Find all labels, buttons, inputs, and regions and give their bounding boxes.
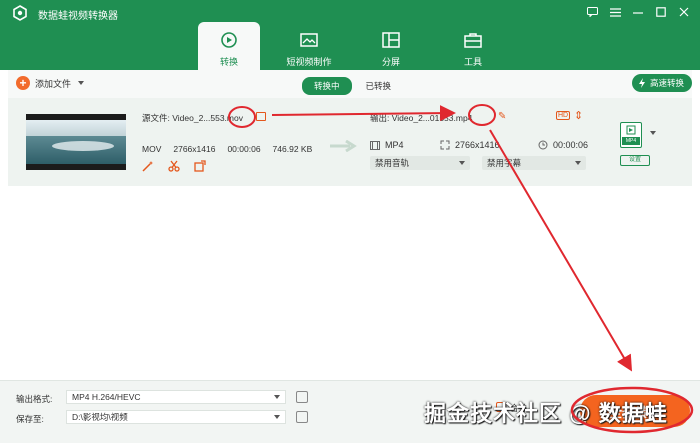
folder-icon[interactable] <box>296 411 308 423</box>
magic-wand-icon[interactable] <box>142 160 154 172</box>
source-label: 源文件: <box>142 113 170 123</box>
settings-button[interactable]: 设置 <box>620 155 650 166</box>
clock-icon <box>538 140 548 150</box>
fast-convert-label: 高速转换 <box>649 78 684 88</box>
app-logo-icon <box>13 5 27 21</box>
tab-tools[interactable]: 工具 <box>432 22 514 70</box>
video-file-icon <box>626 125 636 135</box>
info-icon[interactable] <box>256 112 266 121</box>
output-format-label: 输出格式: <box>16 394 53 404</box>
subtitle-value: 禁用字幕 <box>487 158 522 168</box>
chevron-down-icon <box>274 395 280 399</box>
output-format-icon[interactable]: MP4 <box>620 122 642 148</box>
minimize-icon[interactable] <box>632 6 644 18</box>
source-size: 746.92 KB <box>272 144 313 154</box>
save-to-label: 保存至: <box>16 414 44 424</box>
scissors-icon[interactable] <box>168 160 180 172</box>
pencil-icon[interactable]: ✎ <box>498 111 506 122</box>
format-settings-icon[interactable] <box>296 391 308 403</box>
tab-convert[interactable]: 转换 <box>198 22 260 70</box>
video-thumbnail[interactable] <box>26 114 126 170</box>
tab-split-screen-label: 分屏 <box>381 57 400 67</box>
window-controls <box>586 6 690 18</box>
output-format-select[interactable]: MP4 H.264/HEVC <box>66 390 286 404</box>
output-format-select-value: MP4 H.264/HEVC <box>72 392 141 402</box>
app-title: 数据蛙视频转换器 <box>38 11 118 22</box>
watermark: 掘金技术社区 @ 数据蛙 <box>424 401 668 426</box>
film-icon <box>299 30 319 50</box>
fast-convert-button[interactable]: 高速转换 <box>631 74 692 92</box>
edit-tools <box>142 160 206 172</box>
output-resolution: 2766x1416 <box>440 140 500 150</box>
add-files-button[interactable]: + 添加文件 <box>16 76 85 90</box>
split-screen-icon <box>381 30 401 50</box>
output-format-value: MP4 <box>385 140 404 150</box>
tab-tools-label: 工具 <box>463 57 482 67</box>
tab-short-video-label: 短视频制作 <box>286 57 332 67</box>
audio-track-select[interactable]: 禁用音轨 <box>370 156 470 170</box>
lightning-icon <box>638 78 645 88</box>
output-duration-value: 00:00:06 <box>553 140 589 150</box>
chevron-down-icon <box>459 161 465 165</box>
chevron-down-icon <box>575 161 581 165</box>
output-file: 输出: Video_2...01553.mp4 <box>370 112 472 124</box>
source-filename: Video_2...553.mov <box>172 113 243 123</box>
tab-short-video[interactable]: 短视频制作 <box>268 22 350 70</box>
convert-icon <box>219 30 239 50</box>
film-strip-icon <box>370 140 380 150</box>
source-file: 源文件: Video_2...553.mov <box>142 112 243 124</box>
compress-icon[interactable]: ⇕ <box>574 109 583 122</box>
output-duration: 00:00:06 <box>538 140 588 150</box>
menu-icon[interactable] <box>609 6 621 18</box>
output-resolution-value: 2766x1416 <box>455 140 500 150</box>
output-label: 输出: <box>370 113 390 123</box>
audio-track-value: 禁用音轨 <box>375 158 410 168</box>
add-files-label: 添加文件 <box>35 78 72 89</box>
source-format: MOV <box>142 144 162 154</box>
thumbnail-wave <box>52 141 114 151</box>
edit-clip-icon[interactable] <box>194 160 206 172</box>
source-duration: 00:00:06 <box>227 144 261 154</box>
source-resolution: 2766x1416 <box>173 144 216 154</box>
maximize-icon[interactable] <box>655 6 667 18</box>
chevron-down-icon <box>274 415 280 419</box>
save-path-select[interactable]: D:\影视均\视频 <box>66 410 286 424</box>
save-path-value: D:\影视均\视频 <box>72 412 128 422</box>
tab-converting[interactable]: 转换中 <box>302 77 352 95</box>
main-tabs: 转换 短视频制作 分屏 工具 <box>198 22 514 70</box>
chat-icon[interactable] <box>586 6 598 18</box>
tab-converted[interactable]: 已转换 <box>366 80 392 92</box>
expand-icon <box>440 140 450 150</box>
add-icon: + <box>16 76 30 90</box>
title-bar: 数据蛙视频转换器 转换 短视频制作 分屏 工具 <box>0 0 700 70</box>
thumbnail-sky <box>26 120 126 136</box>
tab-convert-label: 转换 <box>219 57 238 67</box>
output-format: MP4 <box>370 140 404 150</box>
subtitle-select[interactable]: 禁用字幕 <box>482 156 586 170</box>
arrow-right-icon <box>330 140 357 152</box>
list-item: 源文件: Video_2...553.mov MOV 2766x1416 00:… <box>8 98 692 186</box>
toolbox-icon <box>463 30 483 50</box>
chevron-down-icon[interactable] <box>78 81 85 85</box>
close-icon[interactable] <box>678 6 690 18</box>
source-info: MOV 2766x1416 00:00:06 746.92 KB <box>142 144 312 154</box>
status-switch: 转换中 已转换 <box>302 77 391 95</box>
output-filename: Video_2...01553.mp4 <box>391 113 473 123</box>
tab-split-screen[interactable]: 分屏 <box>350 22 432 70</box>
hd-icon[interactable]: HD <box>556 111 571 120</box>
chevron-down-icon[interactable] <box>650 131 656 135</box>
toolbar: + 添加文件 转换中 已转换 高速转换 <box>8 70 692 98</box>
file-list: 源文件: Video_2...553.mov MOV 2766x1416 00:… <box>8 98 692 380</box>
format-badge: MP4 <box>622 137 640 145</box>
